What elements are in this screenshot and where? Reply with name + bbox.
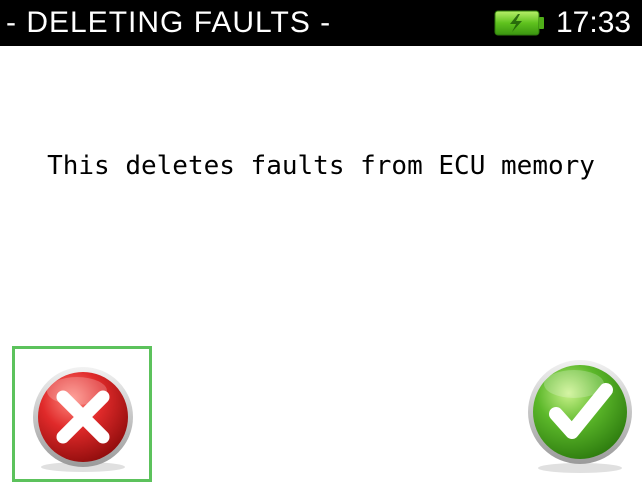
dialog-message: This deletes faults from ECU memory [47, 151, 595, 181]
confirm-check-icon [528, 360, 632, 473]
screen-title: - DELETING FAULTS - [6, 6, 332, 39]
clock-time: 17:33 [556, 6, 632, 39]
battery-charging-icon [494, 9, 546, 37]
confirm-button[interactable] [518, 352, 640, 478]
delete-faults-screen: - DELETING FAULTS - 17:33 This deletes f… [0, 0, 642, 484]
title-bar: - DELETING FAULTS - 17:33 [0, 0, 642, 46]
cancel-x-icon [33, 367, 133, 472]
cancel-button[interactable] [12, 346, 152, 482]
